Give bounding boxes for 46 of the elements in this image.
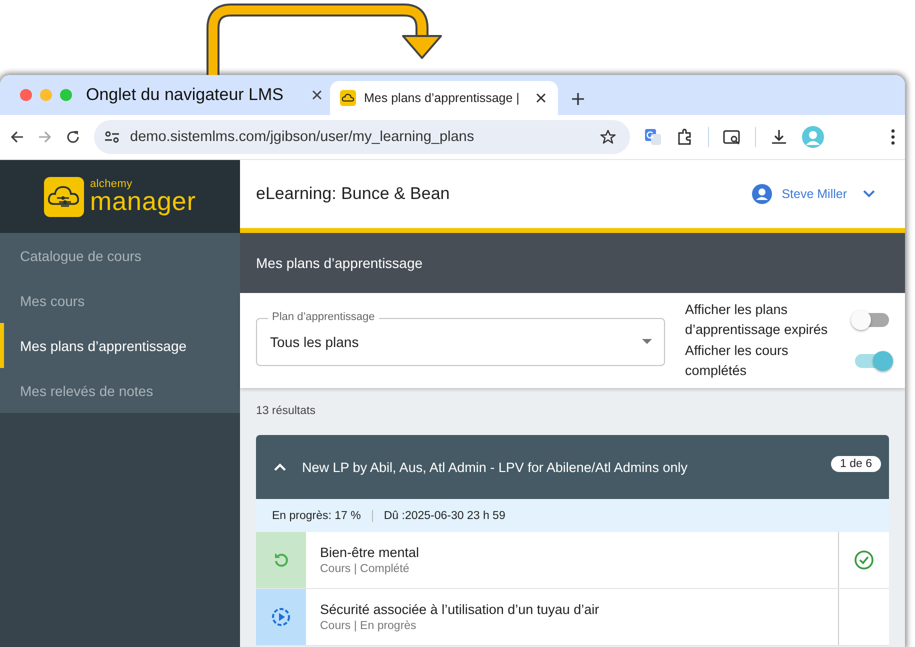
course-title: Bien-être mental <box>320 545 420 560</box>
due-date: Dû :2025-06-30 23 h 59 <box>384 510 506 522</box>
close-icon[interactable] <box>312 90 322 100</box>
toggle-label: Afficher les cours complétés <box>685 342 790 380</box>
tab-search-icon[interactable] <box>723 128 741 146</box>
download-icon[interactable] <box>770 128 788 146</box>
restart-icon <box>272 551 290 569</box>
check-circle-icon <box>854 550 874 570</box>
address-bar[interactable]: demo.sistemlms.com/jgibson/user/my_learning_plans <box>94 120 630 154</box>
site-settings-icon[interactable] <box>104 130 120 144</box>
address-text: demo.sistemlms.com/jgibson/user/my_learning_plans <box>130 129 476 145</box>
puzzle-icon[interactable] <box>676 128 694 146</box>
play-circle-icon <box>271 607 291 627</box>
logo-text: alchemy <box>90 179 134 190</box>
toggle-label: Afficher les plans d’apprentissage expirés <box>685 301 829 339</box>
logo-text: manager <box>90 188 196 214</box>
tab-title: Mes plans d’apprentissage | <box>364 91 520 105</box>
plan-header[interactable]: New LP by Abil, Aus, Atl Admin - LPV for Abilene/Atl Admins only 1 de 6 <box>256 435 889 499</box>
browser-tab[interactable]: Mes plans d’apprentissage | <box>330 81 558 115</box>
course-title: Sécurité associée à l’utilisation d’un tuyau d’air <box>320 602 600 617</box>
results-count: 13 résultats <box>256 405 316 417</box>
page-title-bar: Mes plans d’apprentissage <box>240 233 905 293</box>
course-meta: Cours | Complété <box>320 563 410 575</box>
chevron-down-icon[interactable] <box>863 190 875 198</box>
course-meta: Cours | En progrès <box>320 620 418 632</box>
close-icon[interactable] <box>536 93 546 103</box>
reload-icon[interactable] <box>66 130 80 144</box>
more-menu-icon[interactable] <box>891 129 895 145</box>
new-tab-icon[interactable] <box>572 93 584 105</box>
star-icon[interactable] <box>600 129 616 145</box>
progress-text: En progrès: 17 % <box>272 510 361 522</box>
user-avatar-icon[interactable] <box>752 184 772 204</box>
chevron-up-icon[interactable] <box>274 463 286 471</box>
app-title: eLearning: Bunce & Bean <box>256 184 451 204</box>
course-row[interactable]: Bien-être mental Cours | Complété <box>256 532 889 589</box>
browser-tab[interactable]: Onglet du navigateur LMS <box>86 81 330 115</box>
back-icon[interactable] <box>10 130 24 144</box>
cloud-logo-icon <box>44 176 84 216</box>
cloud-logo-icon <box>340 90 356 106</box>
tab-title: Onglet du navigateur LMS <box>86 85 285 105</box>
plan-title: New LP by Abil, Aus, Atl Admin - LPV for Abilene/Atl Admins only <box>302 460 688 474</box>
dropdown-caret-icon <box>642 339 652 344</box>
course-row[interactable]: Sécurité associée à l’utilisation d’un tuyau d’air Cours | En progrès <box>256 589 889 646</box>
user-name-link[interactable]: Steve Miller <box>782 187 847 201</box>
course-count-badge: 1 de 6 <box>831 456 881 472</box>
translate-icon[interactable] <box>644 128 662 146</box>
